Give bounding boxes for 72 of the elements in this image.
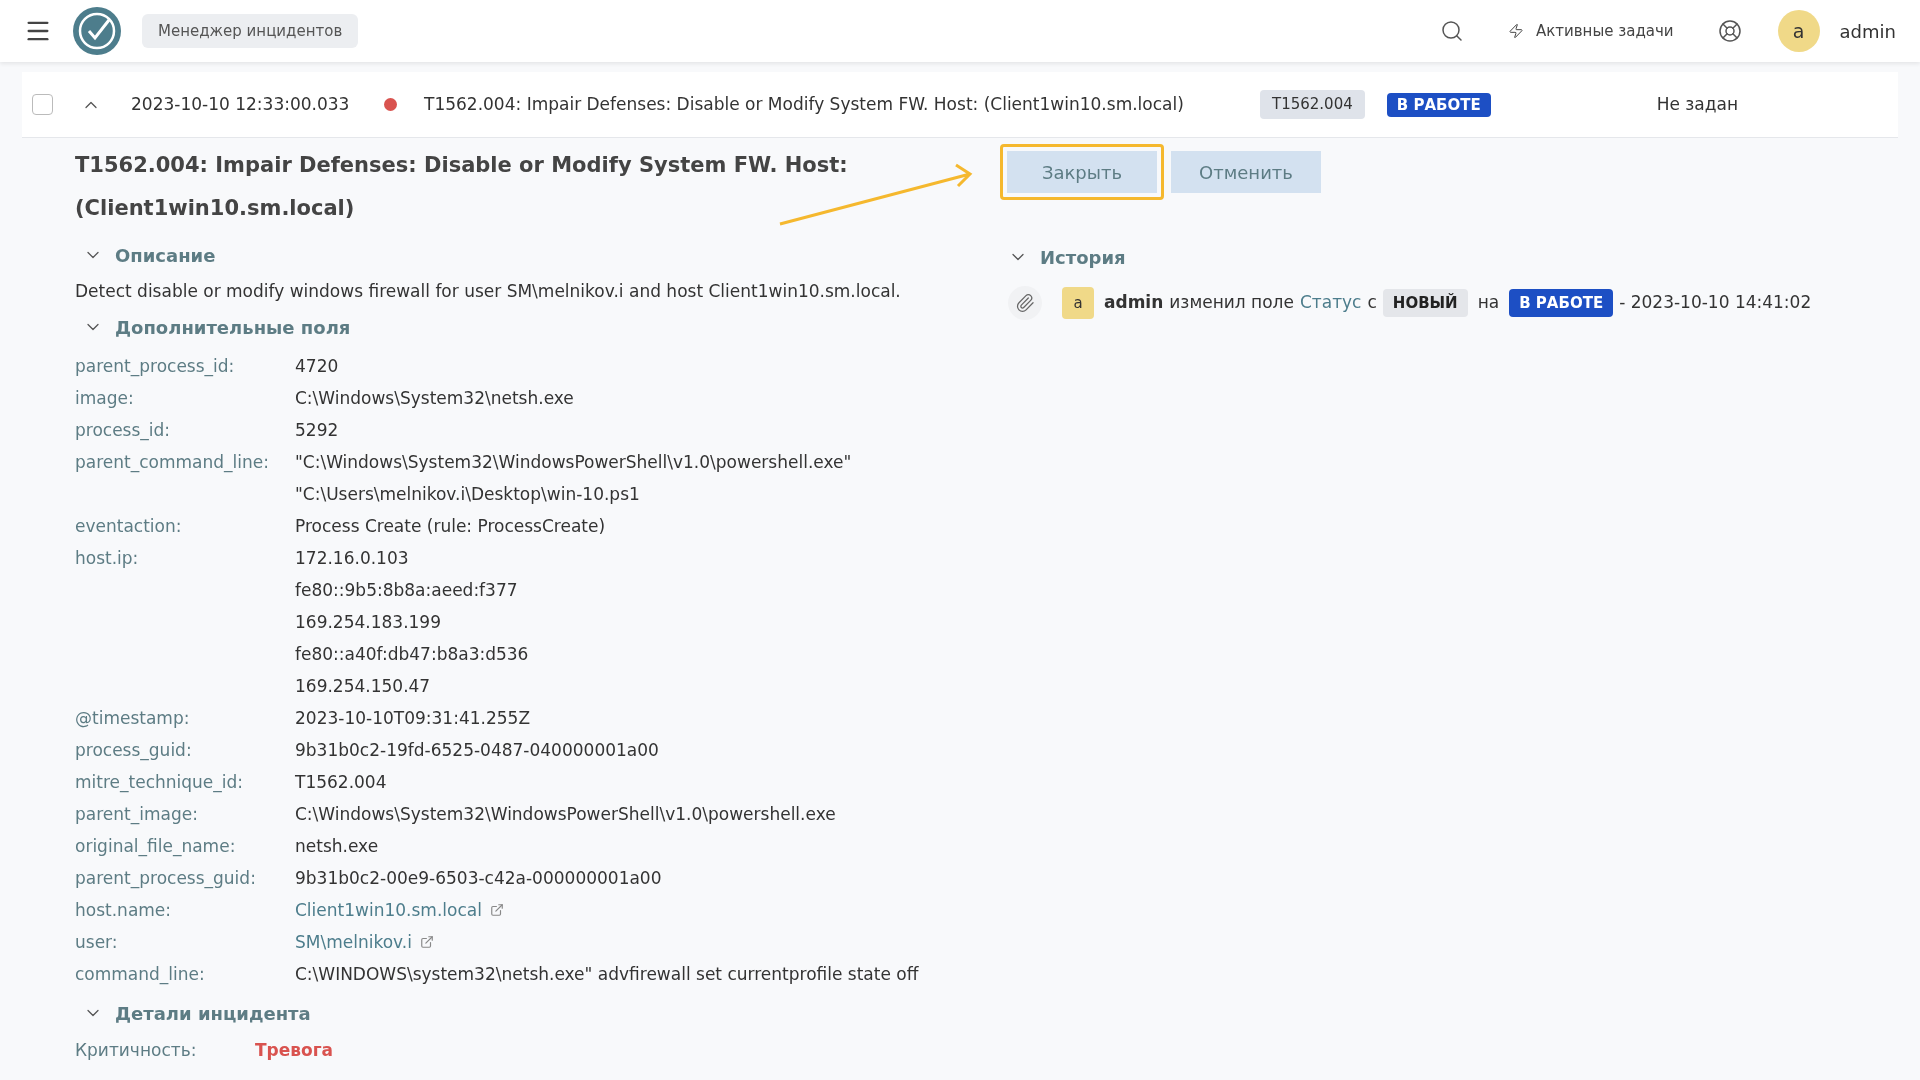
field-value: 9b31b0c2-00e9-6503-c42a-000000001a00 — [295, 867, 662, 890]
incident-row[interactable]: 2023-10-10 12:33:00.033 T1562.004: Impair Defenses: Disable or Modify System FW. Host: (Client1win10.sm.local) T1562.004 В РАБОТЕ Не задан — [22, 72, 1898, 138]
severity-value: Тревога — [255, 1039, 334, 1062]
field-label: host.ip: — [75, 547, 140, 570]
field-link[interactable]: Client1win10.sm.local — [295, 894, 504, 926]
field-value: 9b31b0c2-19fd-6525-0487-040000001a00 — [295, 739, 659, 762]
section-toggle[interactable]: Описание — [83, 241, 216, 269]
section-toggle[interactable]: История — [1008, 243, 1126, 271]
help-icon[interactable] — [1717, 19, 1742, 43]
field-value: 4720 — [295, 355, 339, 378]
field-label: host.name: — [75, 899, 173, 922]
assignee: Не задан — [1656, 92, 1739, 116]
field-link[interactable]: Статус — [1299, 290, 1362, 316]
user-avatar[interactable]: a — [1777, 10, 1820, 52]
history-preposition: на — [1477, 291, 1500, 315]
row-checkbox[interactable] — [32, 94, 53, 115]
incident-heading: T1562.004: Impair Defenses: Disable or Modify System FW. Host: — [75, 152, 848, 179]
search-icon[interactable] — [1439, 19, 1464, 43]
field-label: parent_process_guid: — [75, 867, 257, 891]
incident-title: T1562.004: Impair Defenses: Disable or Modify System FW. Host: (Client1win10.sm.local) — [424, 92, 1185, 116]
field-label: process_id: — [75, 419, 172, 443]
field-label: Критичность: — [75, 1039, 198, 1062]
active-tasks-button[interactable]: Активные задачи — [1507, 19, 1674, 43]
field-label: original_file_name: — [75, 835, 237, 859]
field-label: mitre_technique_id: — [75, 771, 245, 795]
field-value: 172.16.0.103 — [295, 547, 410, 570]
field-value: T1562.004 — [295, 771, 387, 794]
field-value: fe80::a40f:db47:b8a3:d536 — [295, 643, 529, 666]
user-avatar: a — [1062, 287, 1094, 319]
history-time: - 2023-10-10 14:41:02 — [1619, 291, 1812, 315]
field-label: image: — [75, 387, 135, 410]
field-label: command_line: — [75, 963, 206, 987]
field-value: "C:\Windows\System32\WindowsPowerShell\v1.0\powershell.exe" — [295, 451, 852, 474]
field-label: parent_process_id: — [75, 355, 236, 379]
field-value: netsh.exe — [295, 835, 379, 858]
user-name: admin — [1839, 19, 1896, 44]
field-value: C:\Windows\System32\netsh.exe — [295, 387, 574, 410]
history-user: admin — [1104, 291, 1164, 315]
action-button[interactable]: Закрыть — [1000, 144, 1164, 200]
field-label: process_guid: — [75, 739, 193, 763]
external-link-icon — [419, 935, 434, 949]
field-label: eventaction: — [75, 515, 183, 538]
status-badge: В РАБОТЕ — [1386, 92, 1491, 117]
field-value: fe80::9b5:8b8a:aeed:f377 — [295, 579, 519, 602]
field-value: 169.254.183.199 — [295, 611, 442, 634]
status-badge: НОВЫЙ — [1382, 288, 1468, 318]
field-value: 169.254.150.47 — [295, 675, 432, 698]
incident-heading: (Client1win10.sm.local) — [75, 195, 355, 222]
field-value: C:\WINDOWS\system32\netsh.exe" advfirewall set currentprofile state off — [295, 963, 919, 986]
field-value: Process Create (rule: ProcessCreate) — [295, 515, 606, 538]
description-text: Detect disable or modify windows firewall for user SM\melnikov.i and host Client1win10.sm.local. — [75, 280, 902, 303]
field-label: parent_command_line: — [75, 451, 270, 475]
field-label: @timestamp: — [75, 707, 191, 730]
lightning-icon — [1507, 23, 1524, 39]
history-preposition: с — [1367, 291, 1377, 315]
external-link-icon — [489, 903, 504, 917]
field-label: user: — [75, 931, 119, 954]
field-value: "C:\Users\melnikov.i\Desktop\win-10.ps1 — [295, 483, 641, 506]
section-toggle[interactable]: Дополнительные поля — [83, 313, 351, 341]
field-value: 2023-10-10T09:31:41.255Z — [295, 707, 531, 730]
paperclip-icon — [1015, 293, 1035, 313]
status-badge: В РАБОТЕ — [1509, 288, 1614, 318]
incident-time: 2023-10-10 12:33:00.033 — [131, 92, 351, 116]
logo-icon — [72, 6, 122, 56]
field-label: parent_image: — [75, 803, 199, 827]
app-title: Менеджер инцидентов — [142, 13, 359, 49]
section-toggle[interactable]: Детали инцидента — [83, 999, 311, 1027]
field-link[interactable]: SM\melnikov.i — [295, 926, 434, 958]
field-value: 5292 — [295, 419, 339, 442]
technique-tag: T1562.004 — [1260, 90, 1365, 119]
history-action: изменил поле — [1169, 291, 1294, 315]
field-value: C:\Windows\System32\WindowsPowerShell\v1.0\powershell.exe — [295, 803, 836, 826]
